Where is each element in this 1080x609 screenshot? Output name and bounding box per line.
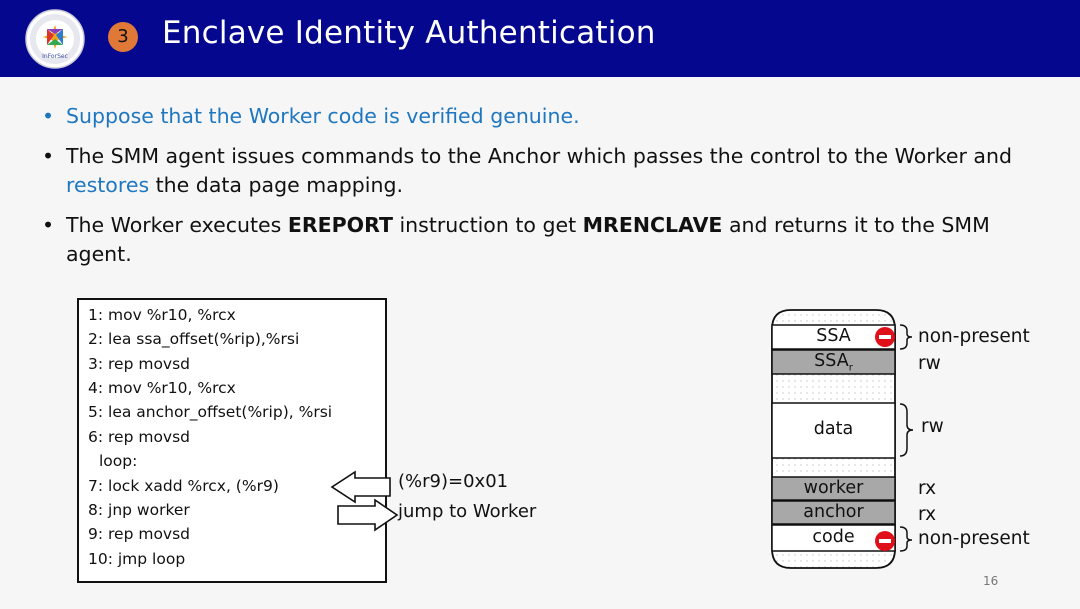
perm-label-code: non-present [918, 528, 1030, 549]
perm-label-ssa-r: rw [918, 353, 941, 374]
perm-label-data: rw [921, 416, 944, 437]
brace-icon [899, 324, 913, 350]
memory-label-data: data [813, 419, 854, 439]
memory-label-ssa: SSA [816, 326, 851, 346]
jump-note: jump to Worker [398, 501, 537, 522]
r9-value-note: (%r9)=0x01 [398, 471, 509, 492]
left-arrow-icon [330, 470, 391, 504]
perm-label-ssa: non-present [918, 326, 1030, 347]
memory-label-code: code [812, 527, 855, 547]
memory-label-ssa-r: SSAr [814, 351, 853, 374]
page-number: 16 [983, 574, 999, 588]
brace-icon [899, 403, 914, 457]
memory-label-anchor: anchor [803, 502, 864, 522]
brace-icon [899, 526, 913, 552]
memory-label-worker: worker [803, 478, 864, 498]
right-arrow-icon [337, 498, 399, 532]
perm-label-worker: rx [918, 478, 937, 499]
perm-label-anchor: rx [918, 504, 937, 525]
